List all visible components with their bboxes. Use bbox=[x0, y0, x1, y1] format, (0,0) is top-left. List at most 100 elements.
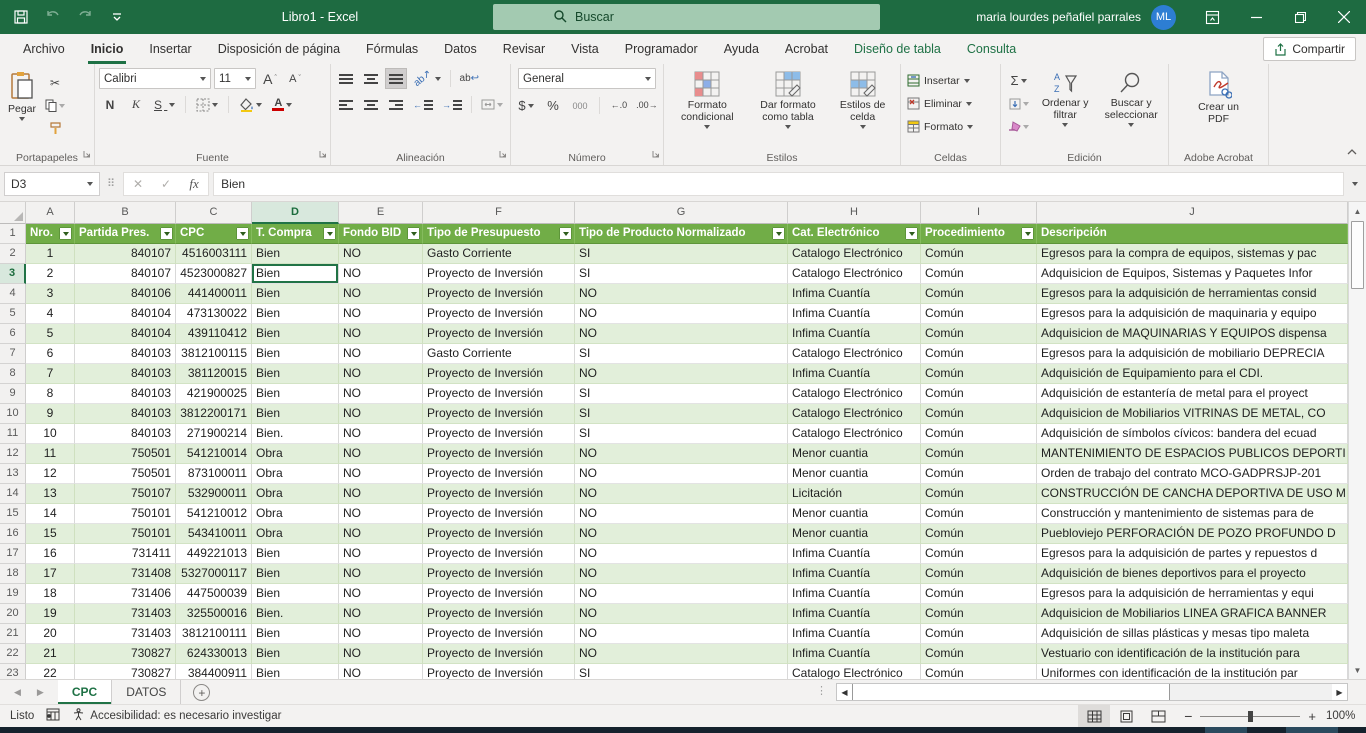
cell-G22[interactable]: NO bbox=[575, 644, 788, 664]
table-header-procedimiento[interactable]: Procedimiento bbox=[921, 224, 1037, 244]
cell-C13[interactable]: 873100011 bbox=[176, 464, 252, 484]
cell-B12[interactable]: 750501 bbox=[75, 444, 176, 464]
cell-I14[interactable]: Común bbox=[921, 484, 1037, 504]
cell-F14[interactable]: Proyecto de Inversión bbox=[423, 484, 575, 504]
cut-icon[interactable]: ✂ bbox=[42, 72, 68, 93]
cell-J6[interactable]: Adquisicion de MAQUINARIAS Y EQUIPOS dis… bbox=[1037, 324, 1348, 344]
cell-I23[interactable]: Común bbox=[921, 664, 1037, 679]
wrap-text-icon[interactable]: ab↩ bbox=[457, 68, 483, 89]
column-header-B[interactable]: B bbox=[75, 202, 176, 224]
cell-D18[interactable]: Bien bbox=[252, 564, 339, 584]
cell-I7[interactable]: Común bbox=[921, 344, 1037, 364]
cell-A13[interactable]: 12 bbox=[26, 464, 75, 484]
cell-D20[interactable]: Bien. bbox=[252, 604, 339, 624]
cell-H21[interactable]: Infima Cuantía bbox=[788, 624, 921, 644]
cell-B21[interactable]: 731403 bbox=[75, 624, 176, 644]
cell-H15[interactable]: Menor cuantia bbox=[788, 504, 921, 524]
save-icon[interactable] bbox=[6, 3, 36, 31]
cell-C2[interactable]: 4516003111 bbox=[176, 244, 252, 264]
ribbon-tab-inicio[interactable]: Inicio bbox=[78, 34, 137, 64]
cell-I15[interactable]: Común bbox=[921, 504, 1037, 524]
cell-B20[interactable]: 731403 bbox=[75, 604, 176, 624]
cell-J17[interactable]: Egresos para la adquisición de partes y … bbox=[1037, 544, 1348, 564]
cell-D8[interactable]: Bien bbox=[252, 364, 339, 384]
cell-D16[interactable]: Obra bbox=[252, 524, 339, 544]
scroll-down-icon[interactable]: ▼ bbox=[1349, 661, 1366, 679]
dialog-launcher-icon[interactable] bbox=[83, 145, 91, 163]
cell-I12[interactable]: Común bbox=[921, 444, 1037, 464]
cell-F17[interactable]: Proyecto de Inversión bbox=[423, 544, 575, 564]
cell-B7[interactable]: 840103 bbox=[75, 344, 176, 364]
filter-dropdown-icon[interactable] bbox=[559, 227, 572, 240]
cell-J9[interactable]: Adquisición de estantería de metal para … bbox=[1037, 384, 1348, 404]
cell-D14[interactable]: Obra bbox=[252, 484, 339, 504]
cell-J23[interactable]: Uniformes con identificación de la insti… bbox=[1037, 664, 1348, 679]
font-color-icon[interactable]: A bbox=[269, 94, 295, 115]
cell-F13[interactable]: Proyecto de Inversión bbox=[423, 464, 575, 484]
row-header-6[interactable]: 6 bbox=[0, 324, 26, 344]
cell-C7[interactable]: 3812100115 bbox=[176, 344, 252, 364]
zoom-slider[interactable]: − + bbox=[1184, 708, 1316, 724]
cell-E4[interactable]: NO bbox=[339, 284, 423, 304]
column-header-J[interactable]: J bbox=[1037, 202, 1348, 224]
cell-I3[interactable]: Común bbox=[921, 264, 1037, 284]
filter-dropdown-icon[interactable] bbox=[236, 227, 249, 240]
cell-C19[interactable]: 447500039 bbox=[176, 584, 252, 604]
cell-B9[interactable]: 840103 bbox=[75, 384, 176, 404]
ribbon-tab-disposici-n-de-p-gina[interactable]: Disposición de página bbox=[205, 34, 353, 64]
cell-C10[interactable]: 3812200171 bbox=[176, 404, 252, 424]
ribbon-tab-programador[interactable]: Programador bbox=[612, 34, 711, 64]
ribbon-tab-acrobat[interactable]: Acrobat bbox=[772, 34, 841, 64]
align-left-icon[interactable] bbox=[335, 94, 357, 115]
select-all-corner[interactable] bbox=[0, 202, 26, 224]
cell-F3[interactable]: Proyecto de Inversión bbox=[423, 264, 575, 284]
cell-G18[interactable]: NO bbox=[575, 564, 788, 584]
cell-G6[interactable]: NO bbox=[575, 324, 788, 344]
cell-C23[interactable]: 384400911 bbox=[176, 664, 252, 679]
cell-I4[interactable]: Común bbox=[921, 284, 1037, 304]
ribbon-tab-ayuda[interactable]: Ayuda bbox=[711, 34, 772, 64]
dialog-launcher-icon[interactable] bbox=[319, 145, 327, 163]
filter-dropdown-icon[interactable] bbox=[160, 227, 173, 240]
table-header-t-compra[interactable]: T. Compra bbox=[252, 224, 339, 244]
cell-D12[interactable]: Obra bbox=[252, 444, 339, 464]
cell-G19[interactable]: NO bbox=[575, 584, 788, 604]
table-header-cat-electr-nico[interactable]: Cat. Electrónico bbox=[788, 224, 921, 244]
column-header-F[interactable]: F bbox=[423, 202, 575, 224]
paste-button[interactable]: Pegar bbox=[4, 68, 40, 139]
cell-J2[interactable]: Egresos para la compra de equipos, siste… bbox=[1037, 244, 1348, 264]
ribbon-tab-archivo[interactable]: Archivo bbox=[10, 34, 78, 64]
align-middle-icon[interactable] bbox=[360, 68, 382, 89]
increase-font-icon[interactable]: Aˆ bbox=[259, 68, 281, 89]
ribbon-tab-dise-o-de-tabla[interactable]: Diseño de tabla bbox=[841, 34, 954, 64]
page-break-view-icon[interactable] bbox=[1142, 705, 1174, 727]
cell-H19[interactable]: Infima Cuantía bbox=[788, 584, 921, 604]
cell-E6[interactable]: NO bbox=[339, 324, 423, 344]
cell-H22[interactable]: Infima Cuantía bbox=[788, 644, 921, 664]
cell-F5[interactable]: Proyecto de Inversión bbox=[423, 304, 575, 324]
find-select-button[interactable]: Buscar y seleccionar bbox=[1098, 68, 1164, 137]
zoom-level[interactable]: 100% bbox=[1326, 710, 1366, 722]
cell-H18[interactable]: Infima Cuantía bbox=[788, 564, 921, 584]
cell-C11[interactable]: 271900214 bbox=[176, 424, 252, 444]
cell-H4[interactable]: Infima Cuantía bbox=[788, 284, 921, 304]
increase-indent-icon[interactable]: → bbox=[439, 94, 465, 115]
bold-button[interactable]: N bbox=[99, 94, 121, 115]
cell-E8[interactable]: NO bbox=[339, 364, 423, 384]
cell-I6[interactable]: Común bbox=[921, 324, 1037, 344]
cell-F4[interactable]: Proyecto de Inversión bbox=[423, 284, 575, 304]
cell-E17[interactable]: NO bbox=[339, 544, 423, 564]
cell-B14[interactable]: 750107 bbox=[75, 484, 176, 504]
cell-G21[interactable]: NO bbox=[575, 624, 788, 644]
cell-F9[interactable]: Proyecto de Inversión bbox=[423, 384, 575, 404]
cell-B6[interactable]: 840104 bbox=[75, 324, 176, 344]
table-header-fondo-bid[interactable]: Fondo BID bbox=[339, 224, 423, 244]
cell-B15[interactable]: 750101 bbox=[75, 504, 176, 524]
macro-record-icon[interactable] bbox=[46, 708, 60, 724]
cell-C14[interactable]: 532900011 bbox=[176, 484, 252, 504]
cell-B19[interactable]: 731406 bbox=[75, 584, 176, 604]
ribbon-tab-insertar[interactable]: Insertar bbox=[136, 34, 204, 64]
cell-C3[interactable]: 4523000827 bbox=[176, 264, 252, 284]
cell-D2[interactable]: Bien bbox=[252, 244, 339, 264]
conditional-formatting-button[interactable]: Formato condicional bbox=[669, 68, 745, 132]
